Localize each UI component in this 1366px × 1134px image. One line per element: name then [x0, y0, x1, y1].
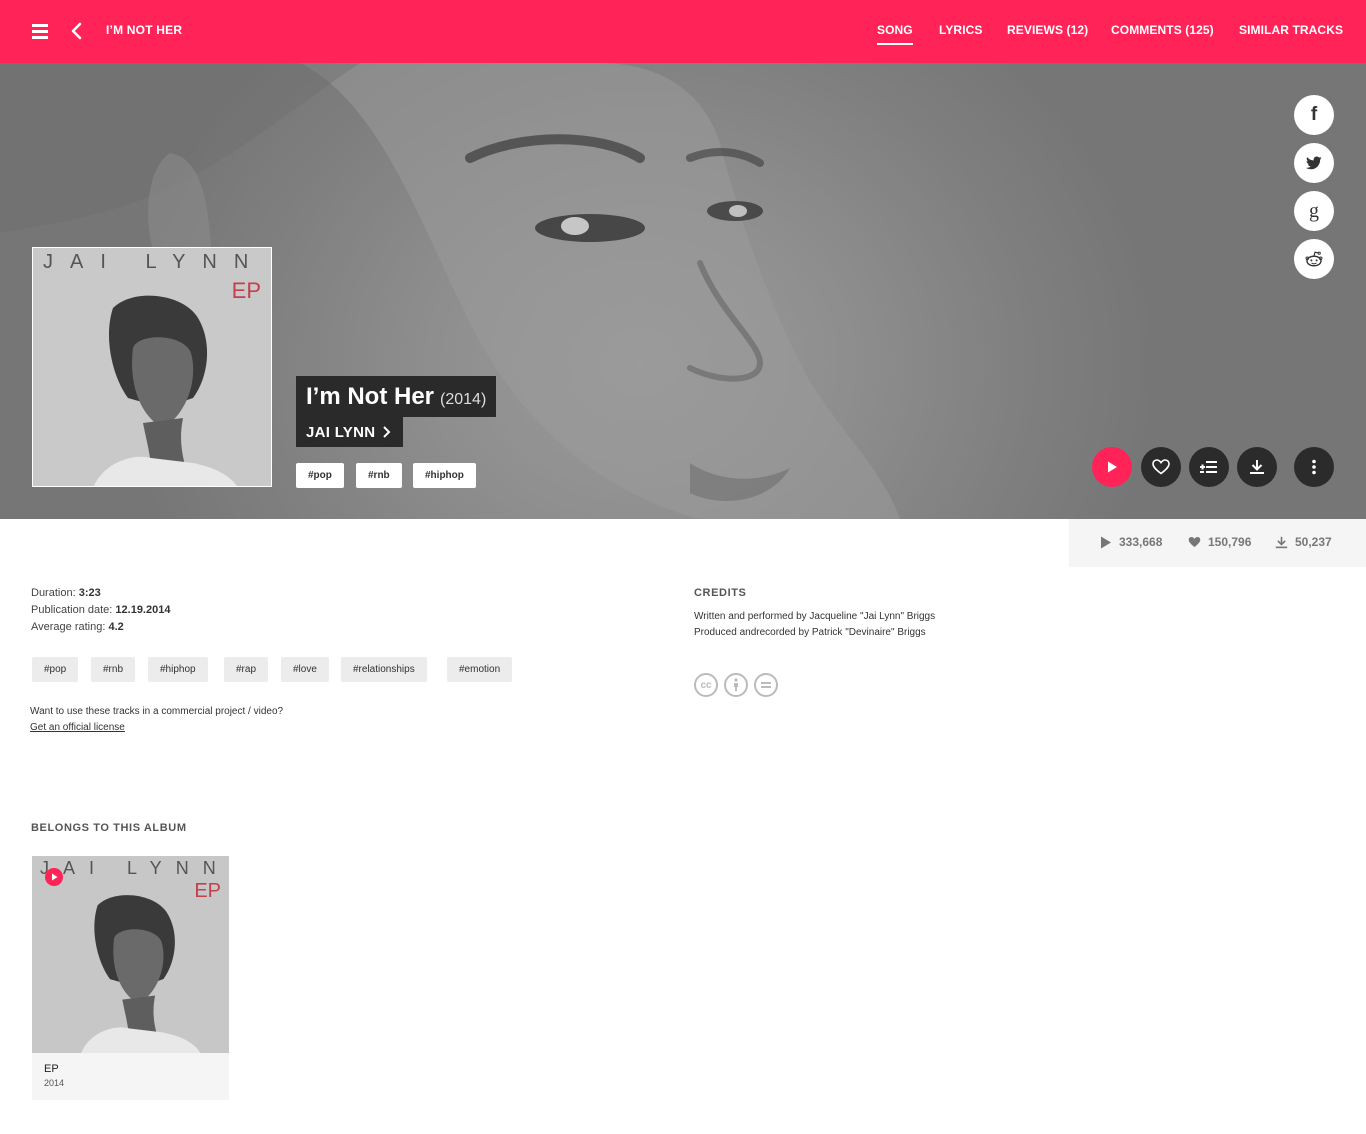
plays-stat: 333,668 — [1100, 535, 1162, 549]
tag-chip[interactable]: #rap — [224, 657, 269, 682]
tab-reviews[interactable]: REVIEWS (12) — [1007, 23, 1088, 37]
play-icon — [51, 873, 57, 881]
rating-label: Average rating: — [31, 621, 106, 633]
play-button[interactable] — [1092, 447, 1132, 487]
likes-stat: 150,796 — [1188, 535, 1251, 549]
publication-date-row: Publication date: 12.19.2014 — [31, 604, 170, 616]
more-vertical-icon — [1312, 459, 1316, 475]
google-icon: g — [1309, 199, 1319, 222]
tag-chip[interactable]: #love — [281, 657, 329, 682]
hero-tag[interactable]: #hiphop — [413, 463, 476, 488]
chevron-right-icon — [383, 426, 391, 438]
like-button[interactable] — [1141, 447, 1181, 487]
credit-line: Produced andrecorded by Patrick "Devinai… — [694, 627, 926, 638]
google-share-button[interactable]: g — [1294, 191, 1334, 231]
cover-edition-text: EP — [231, 278, 261, 303]
license-link[interactable]: Get an official license — [30, 722, 125, 733]
pubdate-label: Publication date: — [31, 604, 113, 616]
tag-chip[interactable]: #hiphop — [148, 657, 208, 682]
tag-chip[interactable]: #rnb — [91, 657, 136, 682]
menu-icon[interactable] — [29, 20, 51, 42]
playlist-add-icon — [1200, 461, 1217, 473]
top-bar: I’M NOT HER SONG LYRICS REVIEWS (12) COM… — [0, 0, 1366, 63]
no-derivatives-icon — [754, 673, 778, 697]
heart-icon — [1152, 459, 1170, 475]
tab-similar-tracks[interactable]: SIMILAR TRACKS — [1239, 23, 1343, 37]
album-play-button[interactable] — [45, 868, 63, 886]
cover-brand-text: JAI LYNN — [43, 251, 266, 273]
rating-row: Average rating: 4.2 — [31, 621, 124, 633]
artist-link[interactable]: JAI LYNN — [296, 417, 404, 447]
twitter-icon — [1306, 156, 1322, 170]
album-year: 2014 — [44, 1078, 65, 1088]
tab-lyrics[interactable]: LYRICS — [939, 23, 983, 37]
downloads-count: 50,237 — [1295, 535, 1332, 549]
facebook-icon: f — [1310, 104, 1318, 125]
tag-chip[interactable]: #relationships — [341, 657, 427, 682]
song-title-box: I’m Not Her (2014) — [296, 376, 497, 417]
play-count-icon — [1101, 536, 1111, 548]
album-card[interactable]: JAI LYNN EP EP 2014 — [32, 856, 229, 1100]
plays-count: 333,668 — [1119, 535, 1163, 549]
pubdate-value: 12.19.2014 — [115, 604, 171, 616]
download-button[interactable] — [1237, 447, 1277, 487]
likes-count: 150,796 — [1208, 535, 1252, 549]
download-count-icon — [1275, 536, 1288, 548]
tag-chip[interactable]: #emotion — [447, 657, 513, 682]
hero-tag[interactable]: #rnb — [356, 463, 402, 488]
cc-icon: cc — [694, 673, 718, 697]
page-title: I’M NOT HER — [106, 23, 183, 37]
heart-count-icon — [1188, 536, 1201, 548]
facebook-share-button[interactable]: f — [1294, 95, 1334, 135]
rating-value: 4.2 — [108, 621, 124, 633]
duration-row: Duration: 3:23 — [31, 587, 101, 599]
by-attribution-icon — [724, 673, 748, 697]
duration-label: Duration: — [31, 587, 76, 599]
play-icon — [1108, 461, 1117, 473]
credits-heading: CREDITS — [694, 587, 747, 599]
song-title: I’m Not Her — [306, 383, 435, 410]
hero-tag[interactable]: #pop — [296, 463, 344, 488]
tag-chip[interactable]: #pop — [32, 657, 79, 682]
tab-song[interactable]: SONG — [877, 23, 913, 45]
album-cover-edition-text: EP — [194, 880, 221, 902]
album-cover: JAI LYNN EP — [32, 856, 229, 1053]
tab-comments[interactable]: COMMENTS (125) — [1111, 23, 1214, 37]
reddit-share-button[interactable] — [1294, 239, 1334, 279]
album-cover-brand-text: JAI LYNN — [40, 858, 229, 878]
album-name: EP — [44, 1063, 59, 1075]
twitter-share-button[interactable] — [1294, 143, 1334, 183]
add-to-playlist-button[interactable] — [1189, 447, 1229, 487]
downloads-stat: 50,237 — [1275, 535, 1332, 549]
license-question: Want to use these tracks in a commercial… — [30, 706, 284, 717]
more-options-button[interactable] — [1294, 447, 1334, 487]
song-year: (2014) — [440, 391, 487, 408]
album-cover-large: JAI LYNN EP — [32, 247, 272, 487]
download-icon — [1250, 460, 1264, 474]
artist-name: JAI LYNN — [306, 423, 376, 441]
credit-line: Written and performed by Jacqueline "Jai… — [694, 611, 936, 622]
album-section-heading: BELONGS TO THIS ALBUM — [31, 822, 187, 834]
reddit-icon — [1305, 251, 1323, 267]
duration-value: 3:23 — [78, 587, 101, 599]
back-arrow-icon[interactable] — [66, 20, 88, 42]
stats-bar: 333,668 150,796 50,237 — [1069, 519, 1366, 567]
